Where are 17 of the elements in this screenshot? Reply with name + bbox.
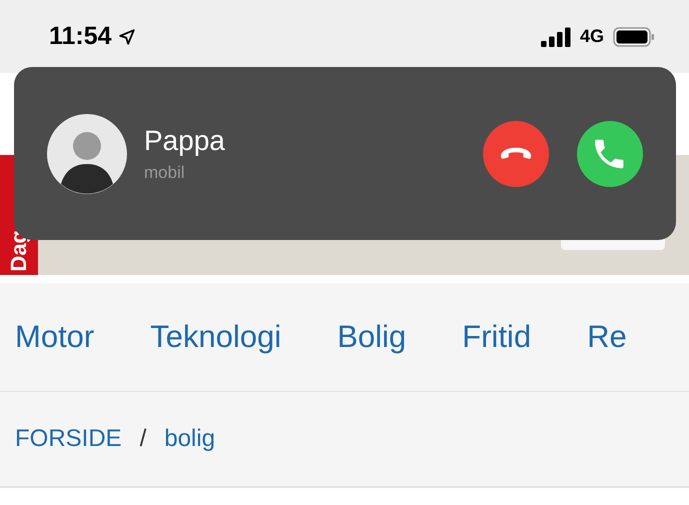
nav-link[interactable]: Fritid [462, 319, 532, 355]
breadcrumb-link[interactable]: bolig [164, 425, 216, 453]
breadcrumb-separator: / [140, 425, 146, 453]
hang-up-icon [500, 147, 532, 160]
nav-link[interactable]: Motor [15, 319, 94, 355]
signal-icon [540, 26, 571, 46]
nav-link[interactable]: Bolig [337, 319, 406, 355]
nav-link[interactable]: Teknologi [150, 319, 282, 355]
phone-icon [595, 138, 625, 168]
breadcrumb-link[interactable]: FORSIDE [15, 425, 122, 453]
caller-name: Pappa [144, 124, 226, 156]
network-label: 4G [580, 26, 604, 47]
battery-icon [613, 26, 655, 46]
clock-time: 11:54 [49, 22, 136, 51]
caller-label: mobil [144, 162, 186, 182]
nav-link[interactable]: Re [587, 319, 627, 355]
location-arrow-icon [118, 28, 136, 46]
